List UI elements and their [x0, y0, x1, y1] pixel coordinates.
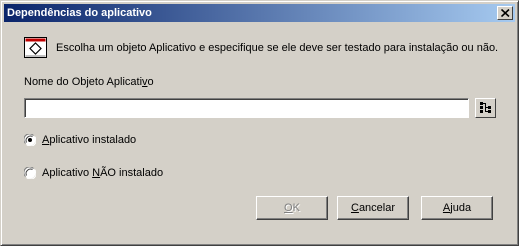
- radio-button-installed[interactable]: [24, 134, 36, 146]
- application-object-icon: [24, 37, 47, 58]
- application-object-name-label: Nome do Objeto Aplicativo: [24, 76, 154, 89]
- close-button[interactable]: [497, 6, 513, 20]
- cancel-label-rest: ancelar: [358, 202, 396, 214]
- ok-button[interactable]: OK: [256, 196, 328, 220]
- application-object-name-input[interactable]: [24, 98, 469, 118]
- option-not-installed-label: Aplicativo NÃO instalado: [42, 167, 163, 180]
- object-browser-icon: [480, 102, 491, 113]
- option-installed-label: Aplicativo instalado: [42, 134, 136, 147]
- cancel-accelerator: C: [350, 202, 359, 214]
- title-bar[interactable]: Dependências do aplicativo: [4, 4, 515, 22]
- instruction-text: Escolha um objeto Aplicativo e especifiq…: [56, 42, 499, 54]
- dialog-window: Dependências do aplicativo Escolha um ob…: [0, 0, 519, 246]
- label-text-start: Nome do Objeto Aplicati: [24, 76, 143, 88]
- radio-button-not-installed[interactable]: [24, 167, 36, 179]
- option-label-end: ÃO instalado: [100, 167, 164, 179]
- browse-object-button[interactable]: [475, 98, 496, 118]
- ok-accelerator: O: [284, 202, 293, 214]
- radio-selected-dot: [28, 138, 32, 142]
- help-button[interactable]: Ajuda: [421, 196, 493, 220]
- option-label-end: plicativo instalado: [49, 134, 137, 146]
- label-text-end: o: [147, 76, 154, 88]
- ok-label-rest: K: [292, 202, 300, 214]
- help-label-rest: juda: [450, 202, 472, 214]
- option-label-start: Aplicativo: [42, 167, 93, 179]
- window-title: Dependências do aplicativo: [7, 7, 152, 19]
- cancel-button[interactable]: Cancelar: [337, 196, 409, 220]
- option-label-accelerator: N: [92, 167, 101, 179]
- close-icon: [501, 9, 510, 17]
